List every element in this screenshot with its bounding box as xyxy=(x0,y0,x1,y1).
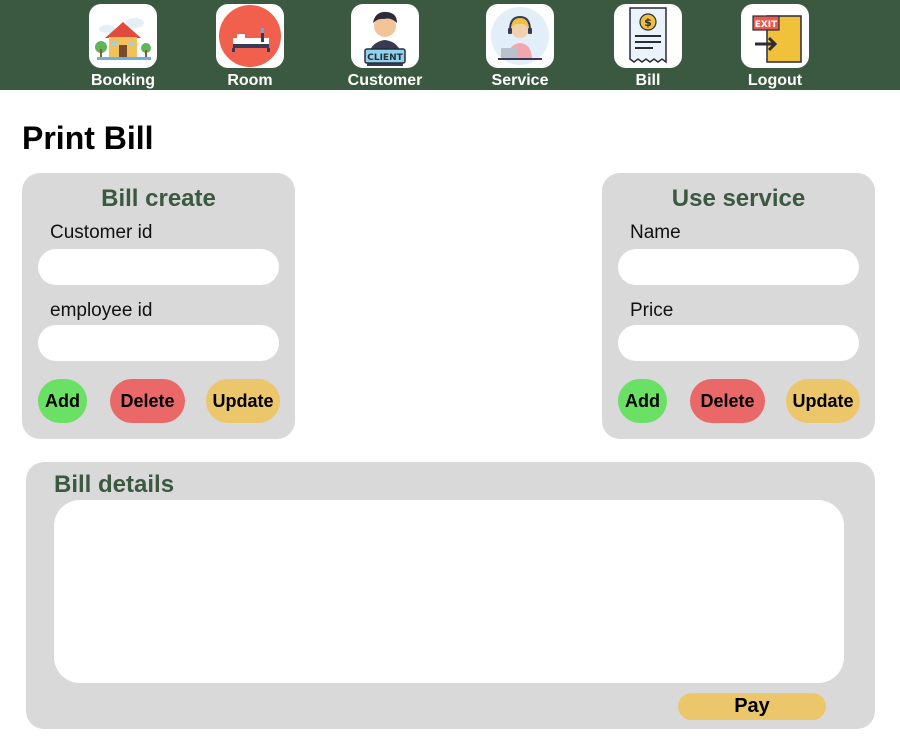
pay-button[interactable]: Pay xyxy=(678,693,826,720)
nav-item-booking[interactable]: Booking xyxy=(78,4,168,90)
bill-create-panel: Bill create Customer id employee id Add … xyxy=(22,173,295,439)
receipt-icon: $ xyxy=(614,4,682,68)
nav-label-logout: Logout xyxy=(747,72,803,89)
bill-delete-button[interactable]: Delete xyxy=(110,379,185,423)
bill-update-button[interactable]: Update xyxy=(206,379,280,423)
customer-id-label: Customer id xyxy=(50,222,153,243)
nav-item-service[interactable]: Service xyxy=(475,4,565,90)
service-update-button[interactable]: Update xyxy=(786,379,860,423)
service-name-label: Name xyxy=(630,222,681,243)
page-title: Print Bill xyxy=(22,120,154,156)
service-add-button[interactable]: Add xyxy=(618,379,667,423)
nav-label-booking: Booking xyxy=(91,72,155,89)
client-icon: CLIENT xyxy=(351,4,419,68)
service-price-label: Price xyxy=(630,300,674,321)
exit-door-icon: EXIT xyxy=(741,4,809,68)
svg-text:$: $ xyxy=(644,16,652,29)
bed-icon xyxy=(216,4,284,68)
nav-item-customer[interactable]: CLIENT Customer xyxy=(340,4,430,90)
bill-details-title: Bill details xyxy=(54,471,175,498)
nav-label-customer: Customer xyxy=(347,72,423,89)
service-name-input[interactable] xyxy=(618,249,859,285)
employee-id-label: employee id xyxy=(50,300,153,321)
nav-label-service: Service xyxy=(491,72,549,89)
bill-create-title: Bill create xyxy=(101,185,216,212)
bill-details-panel: Bill details Pay xyxy=(26,462,875,729)
bill-details-display xyxy=(54,500,844,683)
use-service-panel: Use service Name Price Add Delete Update xyxy=(602,173,875,439)
nav-label-room: Room xyxy=(227,72,273,89)
customer-id-input[interactable] xyxy=(38,249,279,285)
nav-label-bill: Bill xyxy=(635,72,661,89)
svg-text:CLIENT: CLIENT xyxy=(367,53,403,63)
bill-add-button[interactable]: Add xyxy=(38,379,87,423)
house-icon xyxy=(89,4,157,68)
service-delete-button[interactable]: Delete xyxy=(690,379,765,423)
headset-agent-icon xyxy=(486,4,554,68)
nav-item-logout[interactable]: EXIT Logout xyxy=(730,4,820,90)
nav-item-bill[interactable]: $ Bill xyxy=(603,4,693,90)
service-price-input[interactable] xyxy=(618,325,859,361)
top-nav: Booking Room CLIENT Customer Service $ B… xyxy=(0,0,900,90)
use-service-title: Use service xyxy=(671,185,806,212)
nav-item-room[interactable]: Room xyxy=(205,4,295,90)
svg-text:EXIT: EXIT xyxy=(755,20,778,30)
employee-id-input[interactable] xyxy=(38,325,279,361)
